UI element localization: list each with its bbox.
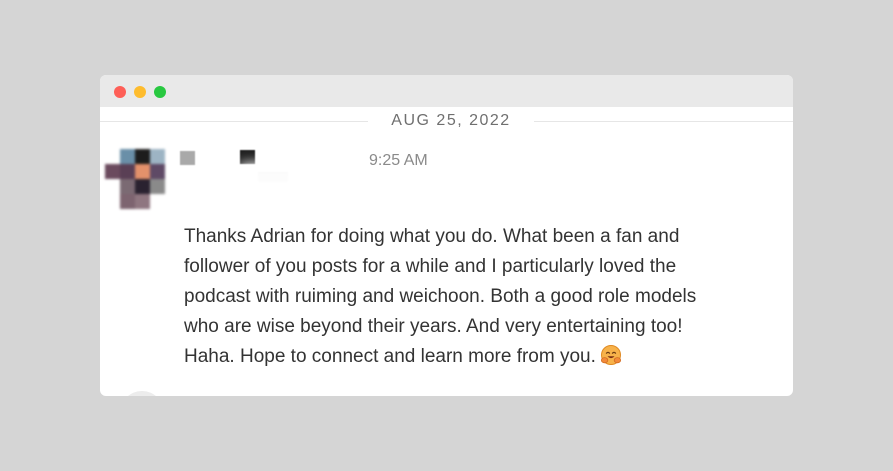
message-body: Thanks Adrian for doing what you do. Wha… (184, 222, 724, 372)
message-timestamp: 9:25 AM (369, 152, 428, 169)
author-name-blur (240, 163, 380, 197)
next-message-avatar[interactable] (120, 391, 164, 396)
window-close-button[interactable] (114, 86, 126, 98)
avatar[interactable] (104, 149, 176, 217)
message-feed: AUG 25, 2022 9:25 AM Thanks Adrian for d… (100, 107, 793, 396)
window-maximize-button[interactable] (154, 86, 166, 98)
window-titlebar (100, 75, 793, 107)
divider-line-right (534, 121, 793, 122)
smiling-face-with-open-hands-icon (600, 344, 622, 366)
date-divider-label: AUG 25, 2022 (391, 112, 511, 129)
date-divider: AUG 25, 2022 (100, 107, 793, 137)
window-minimize-button[interactable] (134, 86, 146, 98)
divider-line-left (100, 121, 368, 122)
chat-window: AUG 25, 2022 9:25 AM Thanks Adrian for d… (100, 75, 793, 396)
